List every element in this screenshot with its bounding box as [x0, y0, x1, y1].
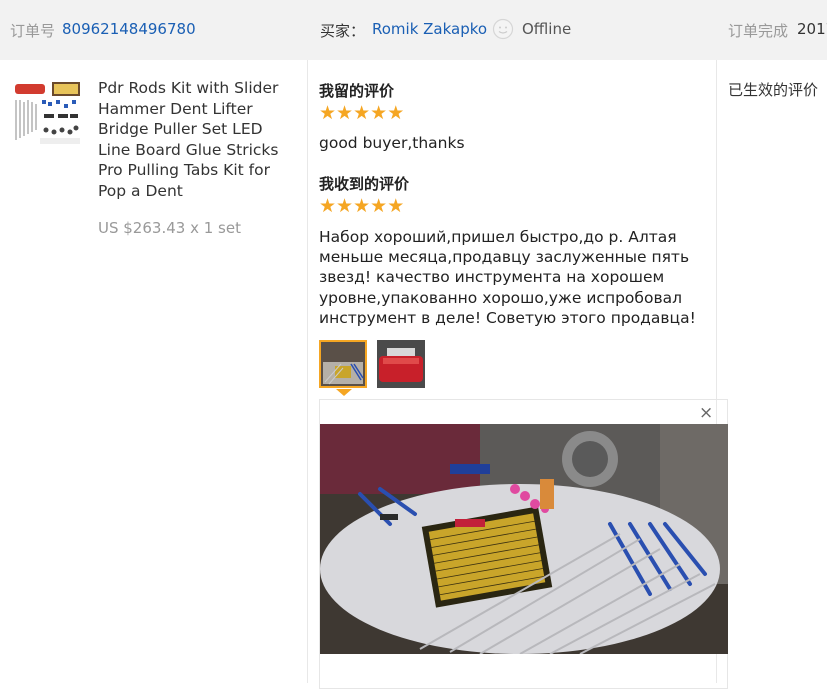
received-review-stars: ★★★★★ [319, 197, 404, 216]
my-review-text: good buyer,thanks [319, 134, 465, 152]
review-photo-thumb[interactable] [377, 340, 425, 388]
star-icon: ★ [336, 195, 354, 217]
review-photo-thumb[interactable] [319, 340, 367, 388]
product-title-link[interactable]: Pdr Rods Kit with Slider Hammer Dent Lif… [98, 78, 298, 201]
order-header: 订单号 80962148496780 买家： Romik Zakapko Off… [0, 0, 827, 60]
buyer-label: 买家： [320, 22, 366, 40]
buyer-name-link[interactable]: Romik Zakapko [372, 20, 487, 38]
active-photo-caret [336, 389, 352, 396]
order-complete-label: 订单完成 [728, 22, 789, 40]
column-divider [307, 60, 308, 683]
order-number-label: 订单号 [10, 22, 56, 40]
product-price: US $263.43 x 1 set [98, 219, 241, 237]
effective-reviews-label: 已生效的评价 [728, 81, 819, 99]
star-icon: ★ [370, 195, 388, 217]
star-icon: ★ [336, 102, 354, 124]
product-thumbnail[interactable] [12, 80, 82, 146]
star-icon: ★ [387, 195, 405, 217]
order-number-link[interactable]: 80962148496780 [62, 20, 196, 38]
star-icon: ★ [319, 195, 337, 217]
chat-offline-icon[interactable] [492, 18, 514, 40]
received-review-heading: 我收到的评价 [319, 175, 410, 193]
buyer-status: Offline [522, 20, 572, 38]
star-icon: ★ [353, 102, 371, 124]
my-review-stars: ★★★★★ [319, 104, 404, 123]
close-icon[interactable]: × [699, 403, 713, 423]
review-photo-large [320, 424, 728, 655]
my-review-heading: 我留的评价 [319, 82, 395, 100]
star-icon: ★ [387, 102, 405, 124]
star-icon: ★ [319, 102, 337, 124]
received-review-text: Набор хороший,пришел быстро,до р. Алтая … [319, 228, 696, 327]
star-icon: ★ [353, 195, 371, 217]
star-icon: ★ [370, 102, 388, 124]
order-complete-date: 2017 [797, 20, 827, 38]
